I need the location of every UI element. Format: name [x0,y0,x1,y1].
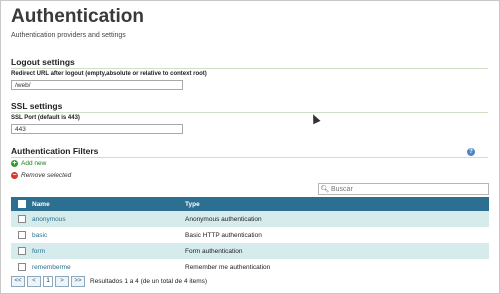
filter-name-link[interactable]: form [32,248,45,255]
filters-table: Name Type anonymous Anonymous authentica… [11,197,489,275]
page-subtitle: Authentication providers and settings [11,32,126,39]
table-row: anonymous Anonymous authentication [11,211,489,227]
select-all-checkbox[interactable] [17,200,26,208]
pagination: << < 1 > >> Resultados 1 a 4 (de un tota… [11,276,207,287]
table-header-row: Name Type [11,197,489,211]
logout-url-label: Redirect URL after logout (empty,absolut… [11,71,207,77]
remove-selected-label: Remove selected [21,172,72,179]
ssl-settings-heading: SSL settings [11,101,63,111]
add-new-label: Add new [21,160,47,167]
logout-settings-heading: Logout settings [11,57,75,67]
auth-filters-divider [11,157,488,158]
filter-type-cell: Basic HTTP authentication [185,231,262,239]
ssl-port-label: SSL Port (default is 443) [11,115,80,121]
filter-type-cell: Form authentication [185,247,243,255]
next-page-button[interactable]: > [55,276,69,287]
first-page-button[interactable]: << [11,276,25,287]
column-header-name[interactable]: Name [32,197,185,211]
search-icon: 🔍︎ [320,186,330,193]
current-page-number[interactable]: 1 [43,276,53,287]
row-checkbox[interactable] [17,215,26,223]
row-checkbox[interactable] [17,263,26,271]
help-icon[interactable]: ? [467,148,475,156]
column-header-type[interactable]: Type [185,197,489,211]
remove-icon: − [11,172,18,179]
table-row: form Form authentication [11,243,489,259]
search-box[interactable]: 🔍︎ [318,183,489,195]
filter-name-link[interactable]: basic [32,232,47,239]
logout-url-field[interactable] [11,80,183,90]
row-checkbox[interactable] [17,247,26,255]
row-checkbox[interactable] [17,231,26,239]
filter-type-cell: Anonymous authentication [185,215,262,223]
add-icon: + [11,160,18,167]
filter-name-link[interactable]: rememberme [32,264,71,271]
ssl-port-field[interactable] [11,124,183,134]
auth-filters-heading: Authentication Filters [11,146,99,156]
add-new-button[interactable]: + Add new [11,160,46,167]
pagination-result-text: Resultados 1 a 4 (de un total de 4 items… [90,278,208,285]
remove-selected-button[interactable]: − Remove selected [11,172,71,179]
last-page-button[interactable]: >> [71,276,85,287]
page-title: Authentication [11,6,144,27]
filter-type-cell: Remember me authentication [185,263,271,271]
ssl-divider [11,112,488,113]
search-input[interactable] [331,185,481,193]
filter-name-link[interactable]: anonymous [32,216,66,223]
prev-page-button[interactable]: < [27,276,41,287]
table-row: rememberme Remember me authentication [11,259,489,275]
logout-divider [11,68,488,69]
table-row: basic Basic HTTP authentication [11,227,489,243]
